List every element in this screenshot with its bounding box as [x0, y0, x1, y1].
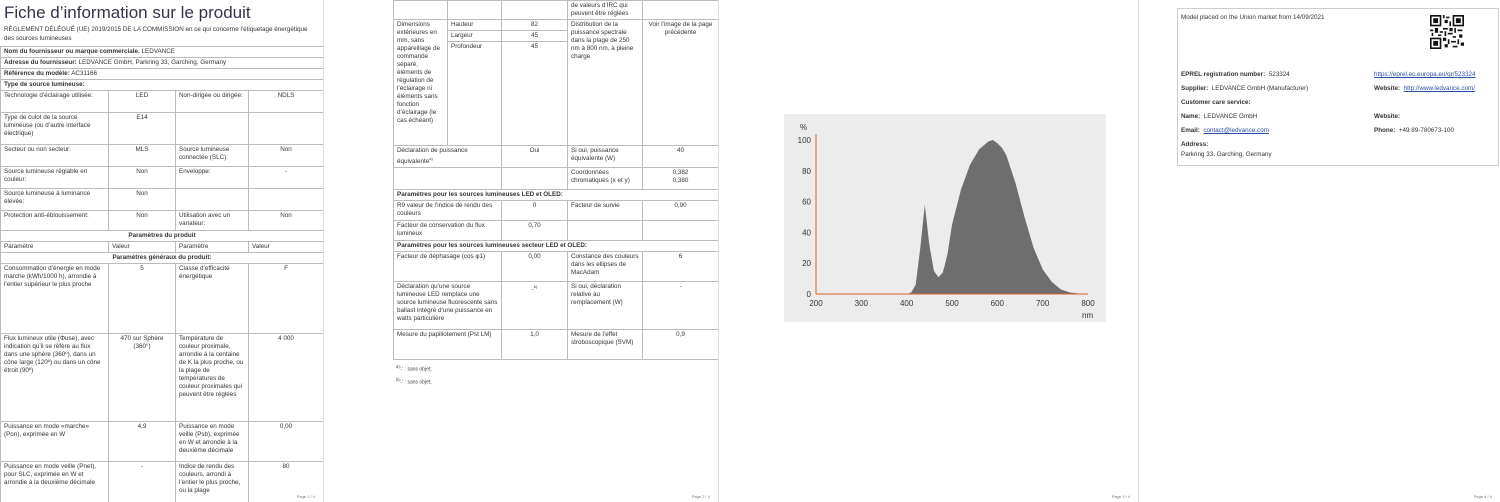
general-heading: Paramètres généraux du produit: — [0, 252, 323, 264]
y-axis-label: % — [800, 123, 807, 132]
page-divider — [1138, 0, 1139, 502]
y-tick-label: 60 — [802, 198, 811, 207]
page-number: Page 2 / 4 — [691, 494, 710, 499]
table-row: Facteur de conservation du flux lumineux… — [393, 220, 718, 242]
table-row: Puissance en mode «marche» (Pon), exprim… — [0, 421, 323, 462]
table-row: Type de culot de la source lumineuse (ou… — [0, 112, 323, 145]
customer-heading: Customer care service: — [1181, 99, 1251, 106]
page-3: 0 20 40 60 80 100 200 300 400 500 600 700 800% nm Pag… — [758, 0, 1138, 502]
y-tick-label: 0 — [807, 290, 812, 299]
page-divider — [718, 0, 719, 502]
table-row: Mesure du papillotement (Pst LM) 1,0 Mesu… — [393, 329, 718, 361]
y-tick-label: 40 — [802, 228, 811, 237]
page-4: Model placed on the Union market from 14… — [1155, 0, 1500, 502]
table-row: Consommation d’énergie en mode marche (k… — [0, 263, 323, 334]
page-number: Page 1 / 4 — [296, 494, 315, 499]
y-tick-label: 20 — [802, 259, 811, 268]
eprel-link[interactable]: https://eprel.ec.europa.eu/qr/523324 — [1374, 71, 1476, 78]
supplier-info: Supplier: LEDVANCE GmbH (Manufacturer) — [1181, 85, 1309, 92]
params-heading: Paramètres du produit — [0, 230, 323, 242]
x-tick-label: 500 — [945, 299, 959, 308]
y-tick-label: 80 — [802, 167, 811, 176]
table-row: Facteur de déphasage (cos φ1) 0,00 Consta… — [393, 251, 718, 283]
table-row: Déclaration de puissance équivalentea) O… — [393, 144, 718, 169]
supplier-row: Nom du fournisseur ou marque commerciale… — [0, 46, 323, 58]
placed-text: Model placed on the Union market from 14… — [1181, 14, 1325, 21]
product-info-table-2: de valeurs d’IRC qui peuvent être réglée… — [393, 0, 718, 361]
spectrum-svg: 0 20 40 60 80 100 200 300 400 500 600 700 800% nm — [798, 123, 1096, 320]
page-title: Fiche d’information sur le produit — [4, 3, 251, 22]
page-divider — [323, 0, 324, 502]
x-tick-label: 400 — [900, 299, 914, 308]
table-row: Source lumineuse à luminance élevée: Non — [0, 188, 323, 211]
page-2: de valeurs d’IRC qui peuvent être réglée… — [393, 0, 718, 502]
spectrum-chart: 0 20 40 60 80 100 200 300 400 500 600 700 800% nm — [784, 114, 1106, 322]
dim-value: 45 — [501, 30, 568, 42]
table-row: Puissance en mode veille (Pnet), pour SL… — [0, 461, 323, 502]
customer-website-label: Website: — [1374, 113, 1401, 120]
customer-address: Parkring 33, Garching, Germany — [1181, 151, 1272, 158]
table-row: Source lumineuse réglable en couleur: Non… — [0, 166, 323, 189]
product-info-table: Nom du fournisseur ou marque commerciale… — [0, 46, 323, 502]
address-row: Adresse du fournisseur: LEDVANCE GmbH, P… — [0, 57, 323, 69]
regulation-text: RÈGLEMENT DÉLÉGUÉ (UE) 2019/2015 DE LA C… — [4, 26, 308, 42]
model-row: Référence du modèle: AC31166 — [0, 68, 323, 80]
customer-address-label: Address: — [1181, 141, 1209, 148]
table-row: Technologie d’éclairage utilisée: LED Non-… — [0, 90, 323, 113]
table-row: Coordonnées chromatiques (x et y) 0,382 0… — [393, 167, 718, 191]
x-tick-label: 700 — [1036, 299, 1050, 308]
dim-name: Profondeur — [447, 41, 502, 146]
table-row: R9 valeur de l’indice de rendu des coule… — [393, 200, 718, 222]
x-tick-label: 200 — [809, 299, 823, 308]
eprel-card: Model placed on the Union market from 14… — [1177, 8, 1499, 166]
table-row: Flux lumineux utile (Φuse), avec indicat… — [0, 333, 323, 422]
x-tick-label: 800 — [1081, 299, 1095, 308]
dim-value: 82 — [501, 19, 568, 31]
customer-name: Name: LEDVANCE GmbH — [1181, 113, 1258, 120]
spectral-label: Distribution de la puissance spectrale d… — [567, 19, 643, 146]
mains-heading: Paramètres pour les sources lumineuses s… — [393, 240, 718, 253]
customer-email: Email: contact@ledvance.com — [1181, 127, 1269, 134]
x-tick-label: 600 — [991, 299, 1005, 308]
x-axis-label: nm — [1082, 311, 1093, 320]
page-1: Fiche d’information sur le produit RÈGLE… — [0, 0, 323, 502]
led-heading: Paramètres pour les sources lumineuses L… — [393, 189, 718, 202]
x-tick-label: 300 — [855, 299, 869, 308]
table-row: Protection anti-éblouissement: Non Utilisa… — [0, 210, 323, 231]
dim-name: Hauteur — [447, 19, 502, 31]
website-info: Website: http://www.ledvance.com/ — [1374, 85, 1476, 92]
website-link[interactable]: http://www.ledvance.com/ — [1404, 85, 1475, 92]
customer-phone: Phone: +49 89-780673-100 — [1374, 127, 1454, 134]
type-heading: Type de source lumineuse: — [0, 79, 323, 91]
params-header-row: Paramètre Valeur Paramètre Valeur — [0, 241, 323, 253]
spectral-value: Voir l’image de la page précédente — [642, 19, 718, 146]
table-row: Secteur ou non secteur: MLS Source lumineu… — [0, 144, 323, 167]
y-tick-label: 100 — [798, 136, 812, 145]
footnotes: a)'-' : sans objet; b)'-' : sans objet; — [396, 364, 432, 386]
page-number: Page 3 / 4 — [1111, 494, 1130, 499]
cont-text: de valeurs d’IRC qui peuvent être réglée… — [567, 0, 643, 20]
dim-name: Largeur — [447, 30, 502, 42]
dim-value: 45 — [501, 41, 568, 146]
table-row: Déclaration qu’une source lumineuse LED … — [393, 281, 718, 331]
dimensions-label: Dimensions extérieures en mm, sans appar… — [393, 19, 448, 146]
eprel-number: EPREL registration number: 523324 — [1181, 71, 1290, 78]
page-number: Page 4 / 4 — [1473, 494, 1492, 499]
email-link[interactable]: contact@ledvance.com — [1203, 127, 1269, 134]
qr-code-icon — [1430, 15, 1464, 49]
spectrum-area — [906, 140, 1088, 294]
